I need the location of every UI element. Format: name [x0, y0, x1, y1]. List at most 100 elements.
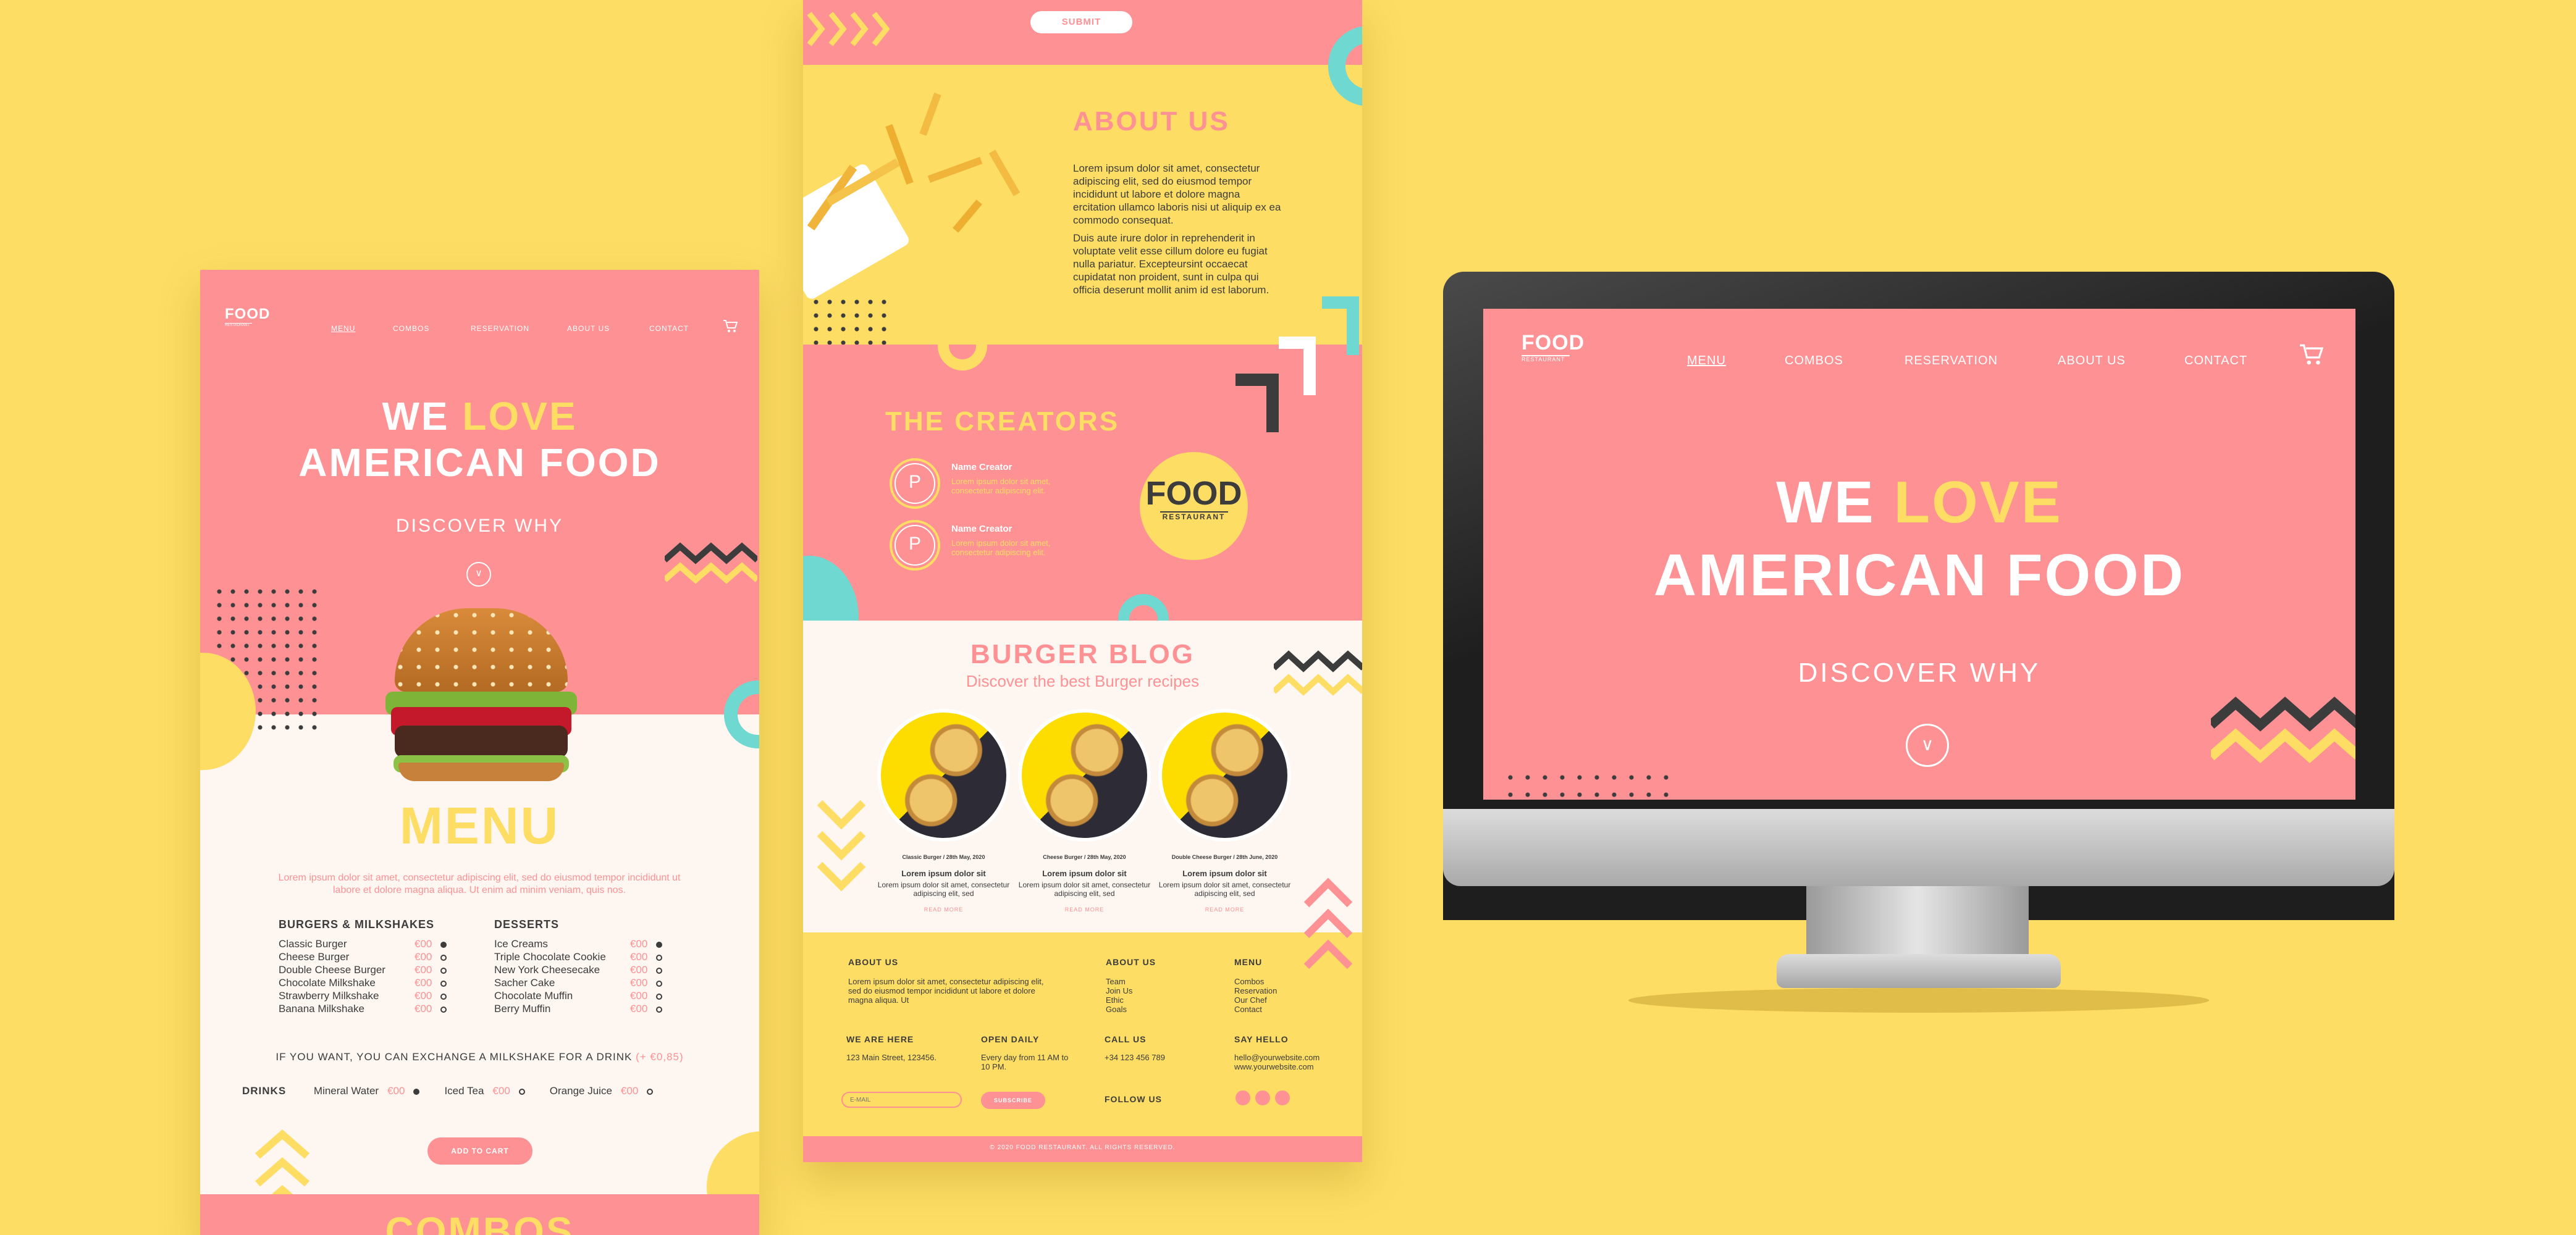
select-radio[interactable] [647, 1088, 654, 1095]
read-more-link[interactable]: READ MORE [877, 906, 1010, 913]
blog-post-excerpt: Lorem ipsum dolor sit amet, consectetur … [877, 881, 1010, 898]
read-more-link[interactable]: READ MORE [1158, 906, 1291, 913]
creator-avatar: P [890, 458, 940, 509]
blog-post-card[interactable]: Classic Burger / 28th May, 2020 Lorem ips… [877, 709, 1010, 913]
desktop-cart-icon[interactable] [2299, 343, 2323, 366]
menu-item-price: €00 [630, 977, 648, 989]
logo[interactable]: FOOD RESTAURANT [225, 306, 270, 327]
nav-contact[interactable]: CONTACT [649, 324, 689, 333]
menu-item[interactable]: Triple Chocolate Cookie €00 [494, 950, 663, 963]
desktop-nav-contact[interactable]: CONTACT [2184, 354, 2247, 368]
footer-about-heading: ABOUT US [848, 957, 899, 967]
fries-image [803, 86, 1038, 301]
menu-item-name: New York Cheesecake [494, 964, 600, 976]
drink-price: €00 [387, 1085, 405, 1097]
chevrons-down-decoration [817, 800, 866, 892]
footer-link[interactable]: Contact [1234, 1005, 1277, 1014]
nav-combos[interactable]: COMBOS [393, 324, 429, 333]
menu-item[interactable]: New York Cheesecake €00 [494, 963, 663, 976]
menu-item[interactable]: Chocolate Muffin €00 [494, 989, 663, 1002]
menu-item-name: Banana Milkshake [279, 1003, 364, 1015]
select-radio[interactable] [440, 1006, 447, 1013]
select-radio[interactable] [656, 954, 663, 961]
newsletter-email-input[interactable] [841, 1092, 962, 1108]
blog-post-card[interactable]: Cheese Burger / 28th May, 2020 Lorem ipsu… [1018, 709, 1151, 913]
desktop-nav-combos[interactable]: COMBOS [1785, 354, 1843, 368]
footer-link[interactable]: Reservation [1234, 986, 1277, 995]
exchange-note: IF YOU WANT, YOU CAN EXCHANGE A MILKSHAK… [200, 1051, 759, 1063]
select-radio[interactable] [440, 967, 447, 974]
menu-item[interactable]: Classic Burger €00 [279, 937, 447, 950]
nav-reservation[interactable]: RESERVATION [471, 324, 529, 333]
subscribe-button[interactable]: SUBSCRIBE [981, 1092, 1045, 1109]
footer-link[interactable]: Our Chef [1234, 995, 1277, 1005]
menu-item-price: €00 [630, 964, 648, 976]
nav-menu[interactable]: MENU [331, 324, 355, 333]
about-title: ABOUT US [1073, 106, 1230, 136]
drink-name: Iced Tea [444, 1085, 484, 1097]
desktop-logo-top: FOOD [1522, 331, 1585, 354]
menu-item[interactable]: Sacher Cake €00 [494, 976, 663, 989]
select-radio[interactable] [656, 967, 663, 974]
blog-post-card[interactable]: Double Cheese Burger / 28th June, 2020 Lo… [1158, 709, 1291, 913]
desktop-nav-reservation[interactable]: RESERVATION [1905, 354, 1998, 368]
select-radio[interactable] [656, 941, 663, 948]
read-more-link[interactable]: READ MORE [1018, 906, 1151, 913]
menu-item[interactable]: Strawberry Milkshake €00 [279, 989, 447, 1002]
blog-post-meta: Cheese Burger / 28th May, 2020 [1043, 854, 1126, 860]
footer-open-heading: OPEN DAILY [981, 1034, 1040, 1044]
menu-item[interactable]: Berry Muffin €00 [494, 1002, 663, 1015]
drink-item[interactable]: Orange Juice €00 [550, 1085, 654, 1097]
menu-item[interactable]: Ice Creams €00 [494, 937, 663, 950]
menu-item[interactable]: Double Cheese Burger €00 [279, 963, 447, 976]
twitter-icon[interactable] [1275, 1091, 1290, 1105]
footer-link[interactable]: Ethic [1106, 995, 1156, 1005]
footer-about: ABOUT US Lorem ipsum dolor sit amet, con… [848, 957, 1052, 1005]
desktop-hero-title: WE LOVE AMERICAN FOOD [1483, 466, 2355, 612]
menu-item-name: Triple Chocolate Cookie [494, 951, 606, 963]
instagram-icon[interactable] [1235, 1091, 1250, 1105]
about-paragraph-2: Duis aute irure dolor in reprehenderit i… [1073, 232, 1269, 296]
select-radio[interactable] [440, 993, 447, 1000]
add-to-cart-button[interactable]: ADD TO CART [427, 1137, 532, 1165]
drink-item[interactable]: Mineral Water €00 [314, 1085, 420, 1097]
submit-button[interactable]: SUBMIT [1030, 11, 1132, 33]
desktop-nav-about[interactable]: ABOUT US [2058, 354, 2126, 368]
select-radio[interactable] [440, 980, 447, 987]
menu-item[interactable]: Banana Milkshake €00 [279, 1002, 447, 1015]
select-radio[interactable] [413, 1088, 420, 1095]
select-radio[interactable] [518, 1088, 525, 1095]
footer-link[interactable]: Goals [1106, 1005, 1156, 1014]
nav-about[interactable]: ABOUT US [567, 324, 610, 333]
footer-hello-email[interactable]: hello@yourwebsite.com [1234, 1053, 1320, 1062]
logo-top: FOOD [225, 306, 271, 322]
footer-link[interactable]: Join Us [1106, 986, 1156, 995]
select-radio[interactable] [440, 941, 447, 948]
menu-item-price: €00 [630, 1003, 648, 1015]
select-radio[interactable] [656, 1006, 663, 1013]
desktop-scroll-down-button[interactable]: ∨ [1906, 724, 1949, 767]
facebook-icon[interactable] [1255, 1091, 1270, 1105]
drink-item[interactable]: Iced Tea €00 [444, 1085, 525, 1097]
select-radio[interactable] [440, 954, 447, 961]
menu-item-price: €00 [415, 977, 432, 989]
desktop-hero-love: LOVE [1893, 469, 2063, 535]
desktop-logo[interactable]: FOOD RESTAURANT [1522, 331, 1585, 362]
drink-price: €00 [620, 1085, 639, 1097]
scroll-down-button[interactable]: ∨ [466, 562, 491, 587]
footer-hello-web[interactable]: www.yourwebsite.com [1234, 1062, 1320, 1071]
footer-link[interactable]: Combos [1234, 977, 1277, 986]
cart-icon[interactable] [723, 319, 738, 333]
select-radio[interactable] [656, 980, 663, 987]
menu-item[interactable]: Chocolate Milkshake €00 [279, 976, 447, 989]
burgers-list: Classic Burger €00 Cheese Burger €00 Double … [279, 937, 447, 1015]
select-radio[interactable] [656, 993, 663, 1000]
menu-item[interactable]: Cheese Burger €00 [279, 950, 447, 963]
blog-post-excerpt: Lorem ipsum dolor sit amet, consectetur … [1018, 881, 1151, 898]
footer-link[interactable]: Team [1106, 977, 1156, 986]
hero-love: LOVE [462, 394, 578, 438]
creator-initial: P [894, 463, 935, 504]
footer-where-heading: WE ARE HERE [846, 1034, 914, 1044]
hero-discover: DISCOVER WHY [395, 516, 564, 536]
desktop-nav-menu[interactable]: MENU [1687, 354, 1726, 368]
